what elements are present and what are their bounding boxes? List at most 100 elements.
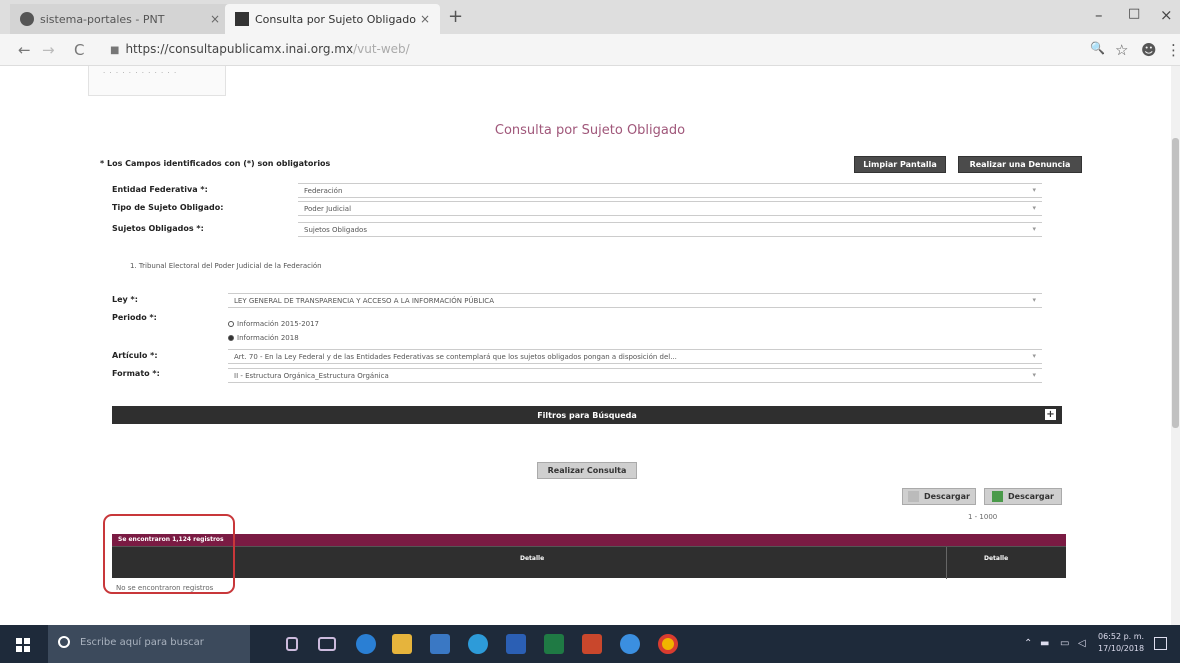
download-button-2[interactable]: Descargar bbox=[984, 488, 1062, 505]
edge-icon[interactable] bbox=[356, 634, 376, 654]
download-button-1[interactable]: Descargar bbox=[902, 488, 976, 505]
column-divider bbox=[946, 547, 947, 579]
query-button[interactable]: Realizar Consulta bbox=[537, 462, 637, 479]
account-icon[interactable]: ☻ bbox=[1141, 41, 1157, 59]
chevron-down-icon: ▾ bbox=[1032, 204, 1036, 212]
reload-button[interactable]: C bbox=[74, 41, 84, 59]
tab-label: Consulta por Sujeto Obligado bbox=[255, 12, 416, 26]
tipo-label: Tipo de Sujeto Obligado: bbox=[112, 203, 224, 212]
download-icon bbox=[908, 491, 919, 502]
column-header-detalle-2: Detalle bbox=[984, 555, 1009, 562]
formato-select[interactable]: II - Estructura Orgánica_Estructura Orgá… bbox=[228, 368, 1042, 383]
new-tab-button[interactable]: + bbox=[448, 6, 463, 27]
expand-plus-icon[interactable]: + bbox=[1045, 409, 1056, 420]
clear-screen-button[interactable]: Limpiar Pantalla bbox=[854, 156, 946, 173]
formato-label: Formato *: bbox=[112, 369, 160, 378]
annotation-highlight-box bbox=[103, 514, 235, 594]
chevron-down-icon: ▾ bbox=[1032, 296, 1036, 304]
range-indicator: 1 - 1000 bbox=[968, 513, 998, 521]
battery-icon[interactable]: ▭ bbox=[1060, 638, 1069, 649]
maximize-button[interactable]: □ bbox=[1128, 6, 1140, 21]
microphone-icon[interactable] bbox=[286, 637, 298, 651]
search-circle-icon bbox=[58, 636, 70, 648]
articulo-label: Artículo *: bbox=[112, 351, 158, 360]
articulo-select[interactable]: Art. 70 - En la Ley Federal y de las Ent… bbox=[228, 349, 1042, 364]
page-title: Consulta por Sujeto Obligado bbox=[494, 123, 686, 138]
filters-bar[interactable]: Filtros para Búsqueda + bbox=[112, 406, 1062, 424]
formato-value: II - Estructura Orgánica_Estructura Orgá… bbox=[234, 372, 389, 380]
taskbar-search-box[interactable]: Escribe aquí para buscar bbox=[48, 625, 250, 663]
articulo-value: Art. 70 - En la Ley Federal y de las Ent… bbox=[234, 353, 677, 361]
entidad-select[interactable]: Federación ▾ bbox=[298, 183, 1042, 198]
windows-start-icon[interactable] bbox=[16, 638, 30, 652]
periodo-option-2018[interactable]: Información 2018 bbox=[228, 334, 299, 342]
filters-bar-label: Filtros para Búsqueda bbox=[537, 410, 637, 420]
store-icon[interactable] bbox=[430, 634, 450, 654]
word-icon[interactable] bbox=[506, 634, 526, 654]
ley-value: LEY GENERAL DE TRANSPARENCIA Y ACCESO A … bbox=[234, 297, 494, 305]
entidad-label: Entidad Federativa *: bbox=[112, 185, 208, 194]
column-header-detalle: Detalle bbox=[520, 555, 545, 562]
network-icon[interactable]: ▬ bbox=[1040, 638, 1049, 649]
tab-consulta[interactable]: Consulta por Sujeto Obligado × bbox=[225, 4, 440, 34]
zoom-icon[interactable]: 🔍 bbox=[1090, 41, 1105, 55]
excel-icon bbox=[992, 491, 1003, 502]
periodo-option-2015[interactable]: Información 2015-2017 bbox=[228, 320, 319, 328]
screen: sistema-portales - PNT × Consulta por Su… bbox=[0, 0, 1180, 663]
page-content: · · · · · · · · · · · · Consulta por Suj… bbox=[0, 66, 1180, 625]
tab-close-icon[interactable]: × bbox=[210, 12, 220, 26]
chevron-down-icon: ▾ bbox=[1032, 371, 1036, 379]
url-path: /vut-web/ bbox=[353, 42, 410, 56]
forward-button[interactable]: → bbox=[42, 41, 55, 59]
sujetos-value: Sujetos Obligados bbox=[304, 226, 367, 234]
system-clock[interactable]: 06:52 p. m. 17/10/2018 bbox=[1098, 631, 1144, 655]
inai-favicon-icon bbox=[235, 12, 249, 26]
ley-label: Ley *: bbox=[112, 295, 138, 304]
volume-icon[interactable]: ◁ bbox=[1078, 638, 1086, 649]
bookmark-star-icon[interactable]: ☆ bbox=[1115, 41, 1128, 59]
url-host: https://consultapublicamx.inai.org.mx bbox=[125, 42, 354, 56]
close-window-button[interactable]: × bbox=[1160, 6, 1173, 24]
menu-icon[interactable]: ⋮ bbox=[1166, 41, 1180, 59]
taskbar-search-placeholder: Escribe aquí para buscar bbox=[80, 637, 204, 648]
radio-selected-icon bbox=[228, 335, 234, 341]
tipo-select[interactable]: Poder Judicial ▾ bbox=[298, 201, 1042, 216]
windows-taskbar: Escribe aquí para buscar ⌃ ▬ ▭ ◁ 06:52 p… bbox=[0, 625, 1180, 663]
tab-sistema-portales[interactable]: sistema-portales - PNT × bbox=[10, 4, 230, 34]
ley-select[interactable]: LEY GENERAL DE TRANSPARENCIA Y ACCESO A … bbox=[228, 293, 1042, 308]
tab-close-icon[interactable]: × bbox=[420, 12, 430, 26]
periodo-label: Periodo *: bbox=[112, 313, 157, 322]
sujetos-label: Sujetos Obligados *: bbox=[112, 224, 204, 233]
required-note: * Los Campos identificados con (*) son o… bbox=[100, 159, 331, 168]
chevron-down-icon: ▾ bbox=[1032, 352, 1036, 360]
chrome-icon[interactable] bbox=[658, 634, 678, 654]
browser-tab-bar: sistema-portales - PNT × Consulta por Su… bbox=[0, 0, 1180, 34]
tray-chevron-icon[interactable]: ⌃ bbox=[1024, 638, 1032, 649]
clock-time: 06:52 p. m. bbox=[1098, 632, 1145, 641]
radio-icon bbox=[228, 321, 234, 327]
report-button[interactable]: Realizar una Denuncia bbox=[958, 156, 1082, 173]
header-stub: · · · · · · · · · · · · bbox=[88, 66, 226, 96]
tab-label: sistema-portales - PNT bbox=[40, 12, 165, 26]
url-field[interactable]: ■ https://consultapublicamx.inai.org.mx/v… bbox=[110, 42, 410, 56]
page-scrollbar[interactable] bbox=[1171, 66, 1180, 625]
file-explorer-icon[interactable] bbox=[392, 634, 412, 654]
back-button[interactable]: ← bbox=[18, 41, 31, 59]
powerpoint-icon[interactable] bbox=[582, 634, 602, 654]
skype-icon[interactable] bbox=[468, 634, 488, 654]
tipo-value: Poder Judicial bbox=[304, 205, 352, 213]
task-view-icon[interactable] bbox=[318, 637, 336, 651]
selected-subject: 1. Tribunal Electoral del Poder Judicial… bbox=[130, 262, 322, 270]
internet-explorer-icon[interactable] bbox=[620, 634, 640, 654]
excel-app-icon[interactable] bbox=[544, 634, 564, 654]
notification-center-icon[interactable] bbox=[1154, 637, 1167, 650]
clock-date: 17/10/2018 bbox=[1098, 644, 1145, 653]
address-bar-row: ← → C ■ https://consultapublicamx.inai.or… bbox=[0, 34, 1180, 66]
lock-icon: ■ bbox=[110, 45, 120, 56]
minimize-button[interactable]: – bbox=[1095, 6, 1103, 24]
pnt-favicon-icon bbox=[20, 12, 34, 26]
chevron-down-icon: ▾ bbox=[1032, 225, 1036, 233]
scrollbar-thumb[interactable] bbox=[1172, 138, 1179, 428]
sujetos-select[interactable]: Sujetos Obligados ▾ bbox=[298, 222, 1042, 237]
chevron-down-icon: ▾ bbox=[1032, 186, 1036, 194]
